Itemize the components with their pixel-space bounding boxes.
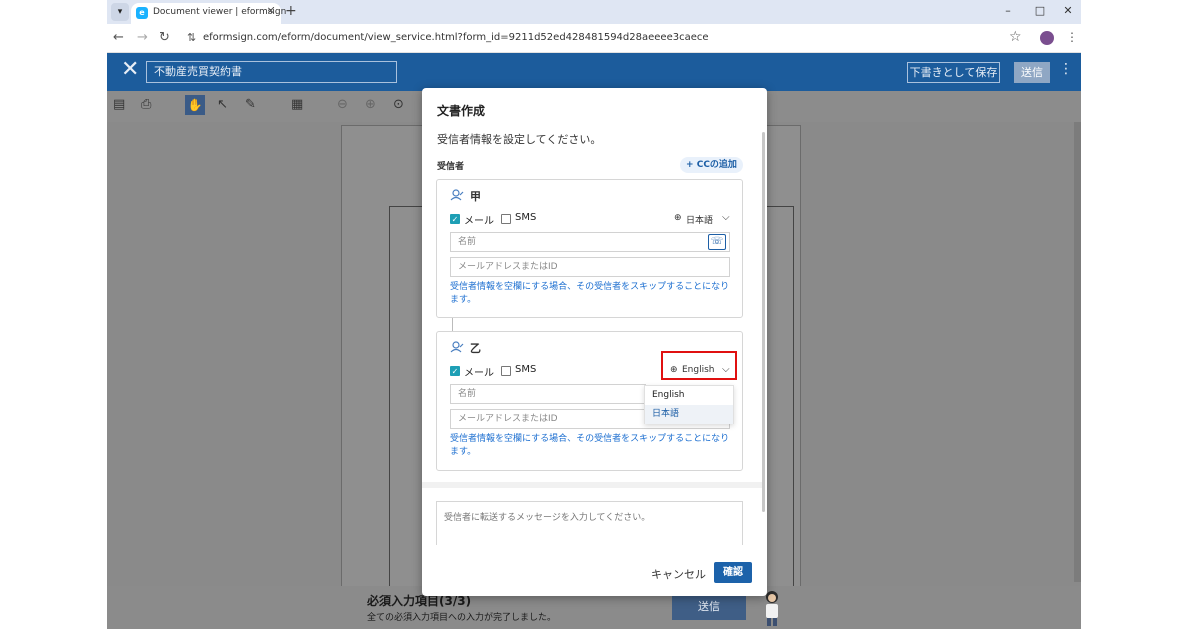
tab-document-viewer[interactable]: e Document viewer | eformsign ✕ [131,3,286,24]
print-icon[interactable]: ⎙ [141,97,151,112]
bookmark-star-icon[interactable]: ☆ [1009,29,1022,45]
tab-bar: ▾ e Document viewer | eformsign ✕ + – □ … [107,0,1081,24]
language-globe-icon: ⊕ [674,213,682,223]
bottom-send-button[interactable]: 送信 [672,594,746,620]
address-bar: ← → ↻ ⇅ eformsign.com/eform/document/vie… [107,24,1081,53]
recipient-connector [452,318,453,331]
browser-menu-icon[interactable]: ⋮ [1066,30,1078,44]
fit-icon[interactable]: ⊙ [393,97,404,112]
recipient-email-input[interactable]: メールアドレスまたはID [450,257,730,277]
language-chevron-down-icon[interactable]: ⌵ [722,212,730,223]
profile-avatar[interactable] [1040,31,1054,45]
new-tab-icon[interactable]: + [285,3,297,19]
minimize-icon[interactable]: – [1000,4,1016,17]
save-page-icon[interactable]: ▤ [113,97,125,112]
sms-checkbox-label: SMS [515,364,537,375]
recipient-party-label: 乙 [470,342,481,355]
maximize-icon[interactable]: □ [1032,4,1048,17]
app-header: ✕ 不動産売買契約書 下書きとして保存 送信 ⋮ [107,53,1081,91]
email-checkbox-label: メール [464,216,494,227]
close-document-icon[interactable]: ✕ [121,59,139,81]
recipient-user-icon [450,341,464,353]
cancel-button[interactable]: キャンセル [651,566,706,582]
zoom-out-icon[interactable]: ⊖ [337,97,348,112]
dialog-divider [422,482,762,488]
create-document-dialog: 文書作成 受信者情報を設定してください。 受信者 + CCの追加 甲 ✓ メール… [422,88,767,596]
site-info-icon[interactable]: ⇅ [187,31,196,44]
save-draft-button[interactable]: 下書きとして保存 [907,62,1000,83]
dialog-title: 文書作成 [437,104,486,118]
required-fields-status: 全ての必須入力項目への入力が完了しました。 [367,613,557,623]
zoom-in-icon[interactable]: ⊕ [365,97,376,112]
skip-recipient-note: 受信者情報を空欄にする場合、その受信者をスキップすることになります。 [450,282,730,305]
sms-checkbox[interactable] [501,366,511,376]
forward-icon[interactable]: → [137,30,148,45]
recipients-label: 受信者 [437,162,465,172]
reload-icon[interactable]: ↻ [159,30,170,45]
recipient-card-1: 甲 ✓ メール SMS ⊕ 日本語 ⌵ 名前 ☏ メールアドレスまたはID 受信… [436,179,743,318]
language-option-english[interactable]: English [645,386,733,405]
window-close-icon[interactable]: ✕ [1060,4,1076,17]
recipient-party-label: 甲 [470,190,481,203]
recipient-name-input[interactable]: 名前 [450,384,646,404]
tab-close-icon[interactable]: ✕ [267,6,275,17]
highlight-box [661,351,737,380]
confirm-button[interactable]: 確認 [714,562,752,583]
language-option-japanese[interactable]: 日本語 [645,405,733,424]
add-cc-button[interactable]: + CCの追加 [680,157,743,173]
pointer-icon[interactable]: ↖ [217,97,228,112]
tab-search-icon[interactable]: ▾ [111,3,129,21]
address-book-icon[interactable]: ☏ [708,234,726,250]
dialog-scrollbar[interactable] [762,132,765,512]
email-checkbox[interactable]: ✓ [450,366,460,376]
send-button[interactable]: 送信 [1014,62,1050,83]
document-title-field[interactable]: 不動産売買契約書 [146,61,397,83]
recipient-card-2: 乙 ✓ メール SMS ⊕ English ⌵ 名前 メールアドレスまたはID … [436,331,743,471]
email-checkbox-label: メール [464,368,494,379]
sms-checkbox[interactable] [501,214,511,224]
email-checkbox[interactable]: ✓ [450,214,460,224]
url-field[interactable]: eformsign.com/eform/document/view_servic… [203,32,709,43]
app-menu-icon[interactable]: ⋮ [1059,61,1073,77]
calendar-icon[interactable]: ▦ [291,97,303,112]
language-select[interactable]: 日本語 [686,213,713,226]
back-icon[interactable]: ← [113,30,124,45]
browser-window: ▾ e Document viewer | eformsign ✕ + – □ … [107,0,1081,629]
recipient-name-input[interactable]: 名前 [450,232,730,252]
hand-tool-icon[interactable]: ✋ [185,95,205,115]
language-dropdown: English 日本語 [644,385,734,424]
eformsign-favicon-icon: e [136,7,148,19]
document-scrollbar[interactable] [1074,122,1081,582]
dialog-description: 受信者情報を設定してください。 [437,133,602,146]
recipient-user-icon [450,189,464,201]
sms-checkbox-label: SMS [515,212,537,223]
message-textarea[interactable]: 受信者に転送するメッセージを入力してください。 [436,501,743,545]
skip-recipient-note: 受信者情報を空欄にする場合、その受信者をスキップすることになります。 [450,434,730,457]
pen-icon[interactable]: ✎ [245,97,256,112]
